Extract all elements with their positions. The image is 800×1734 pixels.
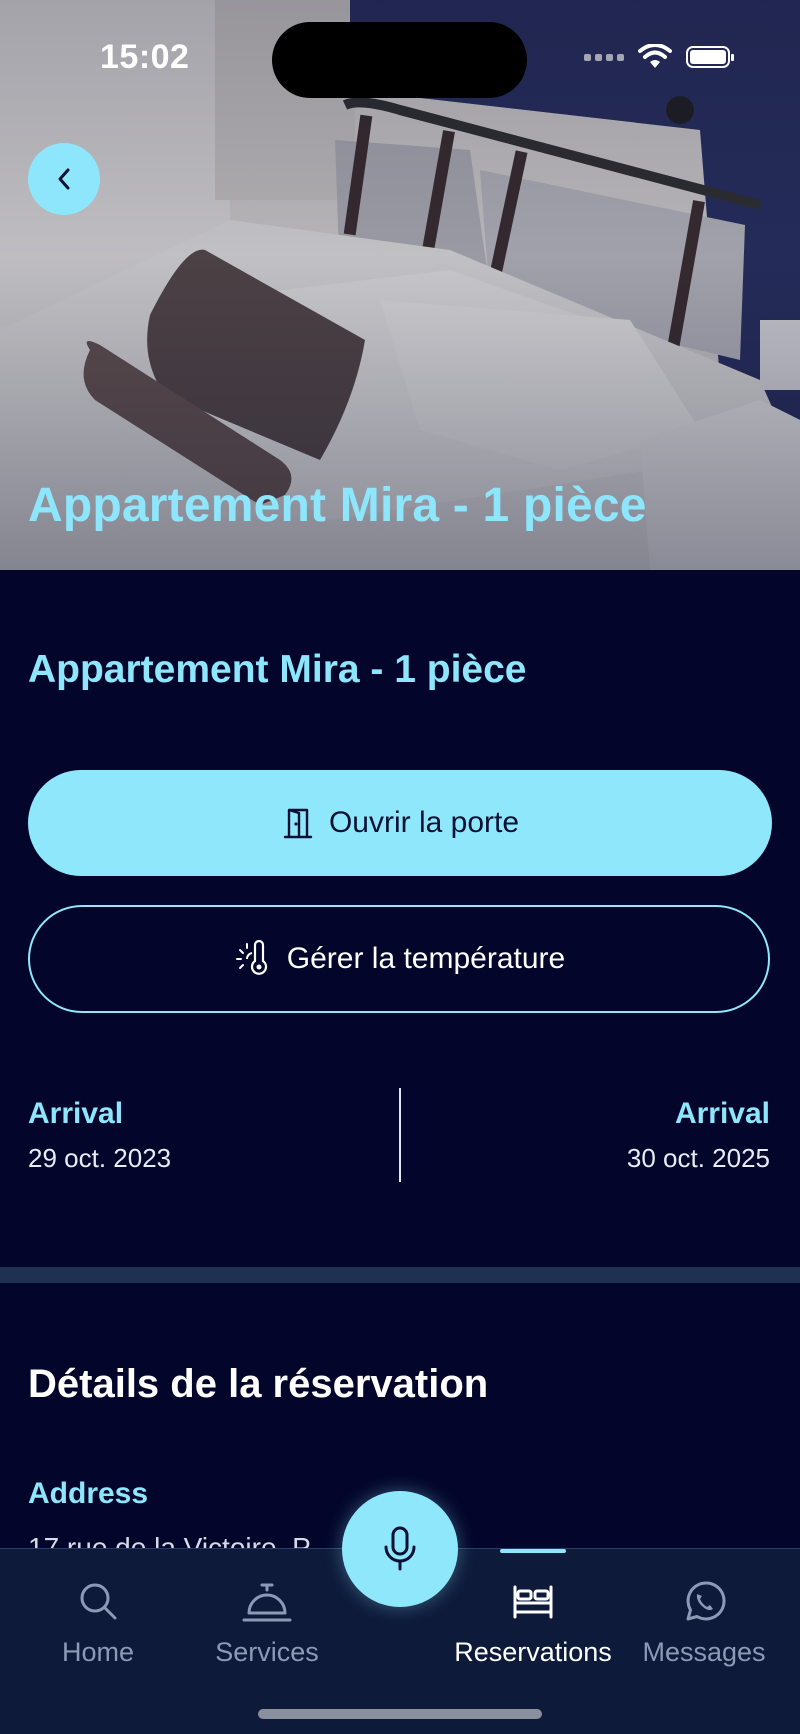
open-door-button[interactable]: Ouvrir la porte [28, 770, 772, 876]
departure-label: Arrival [674, 1097, 770, 1130]
wifi-icon [638, 44, 672, 68]
back-button[interactable] [28, 143, 100, 215]
manage-temperature-button[interactable]: Gérer la température [28, 905, 770, 1013]
home-indicator [258, 1709, 542, 1719]
arrival-label: Arrival [28, 1097, 124, 1130]
tab-home[interactable]: Home [18, 1549, 178, 1669]
concierge-bell-icon [242, 1583, 292, 1622]
tab-services-label: Services [215, 1637, 319, 1667]
battery-icon [686, 46, 734, 68]
apartment-title: Appartement Mira - 1 pièce [28, 648, 527, 691]
open-door-label: Ouvrir la porte [328, 806, 520, 839]
arrival-date: 29 oct. 2023 [28, 1143, 172, 1173]
tab-services[interactable]: Services [187, 1549, 347, 1669]
thermometer-sun-icon [235, 939, 267, 975]
tab-home-label: Home [61, 1637, 135, 1667]
whatsapp-icon [686, 1581, 726, 1621]
bed-icon [513, 1585, 553, 1619]
tab-messages[interactable]: Messages [624, 1549, 784, 1669]
section-separator [0, 1267, 800, 1283]
manage-temperature-label: Gérer la température [286, 942, 566, 975]
status-time: 15:02 [100, 38, 190, 76]
tab-reservations[interactable]: Reservations [453, 1549, 613, 1669]
departure-date: 30 oct. 2025 [626, 1143, 770, 1173]
cellular-signal-icon [584, 53, 624, 61]
status-icons [584, 44, 734, 70]
hero-title: Appartement Mira - 1 pièce [28, 479, 647, 532]
chevron-left-icon [58, 168, 70, 190]
dates-divider [399, 1088, 401, 1182]
hero-image: 15:02 Appartement Mira - 1 pièce [0, 0, 800, 570]
voice-assistant-button[interactable] [342, 1491, 458, 1607]
microphone-icon [384, 1526, 416, 1571]
dynamic-island [272, 22, 527, 98]
door-icon [283, 808, 313, 839]
stay-dates: Arrival 29 oct. 2023 Arrival 30 oct. 202… [0, 1085, 800, 1185]
address-label: Address [28, 1477, 149, 1510]
reservation-details-title: Détails de la réservation [28, 1362, 489, 1406]
tab-reservations-label: Reservations [454, 1637, 612, 1667]
status-bar: 15:02 [0, 0, 800, 110]
tab-messages-label: Messages [642, 1637, 766, 1667]
search-icon [80, 1583, 117, 1620]
